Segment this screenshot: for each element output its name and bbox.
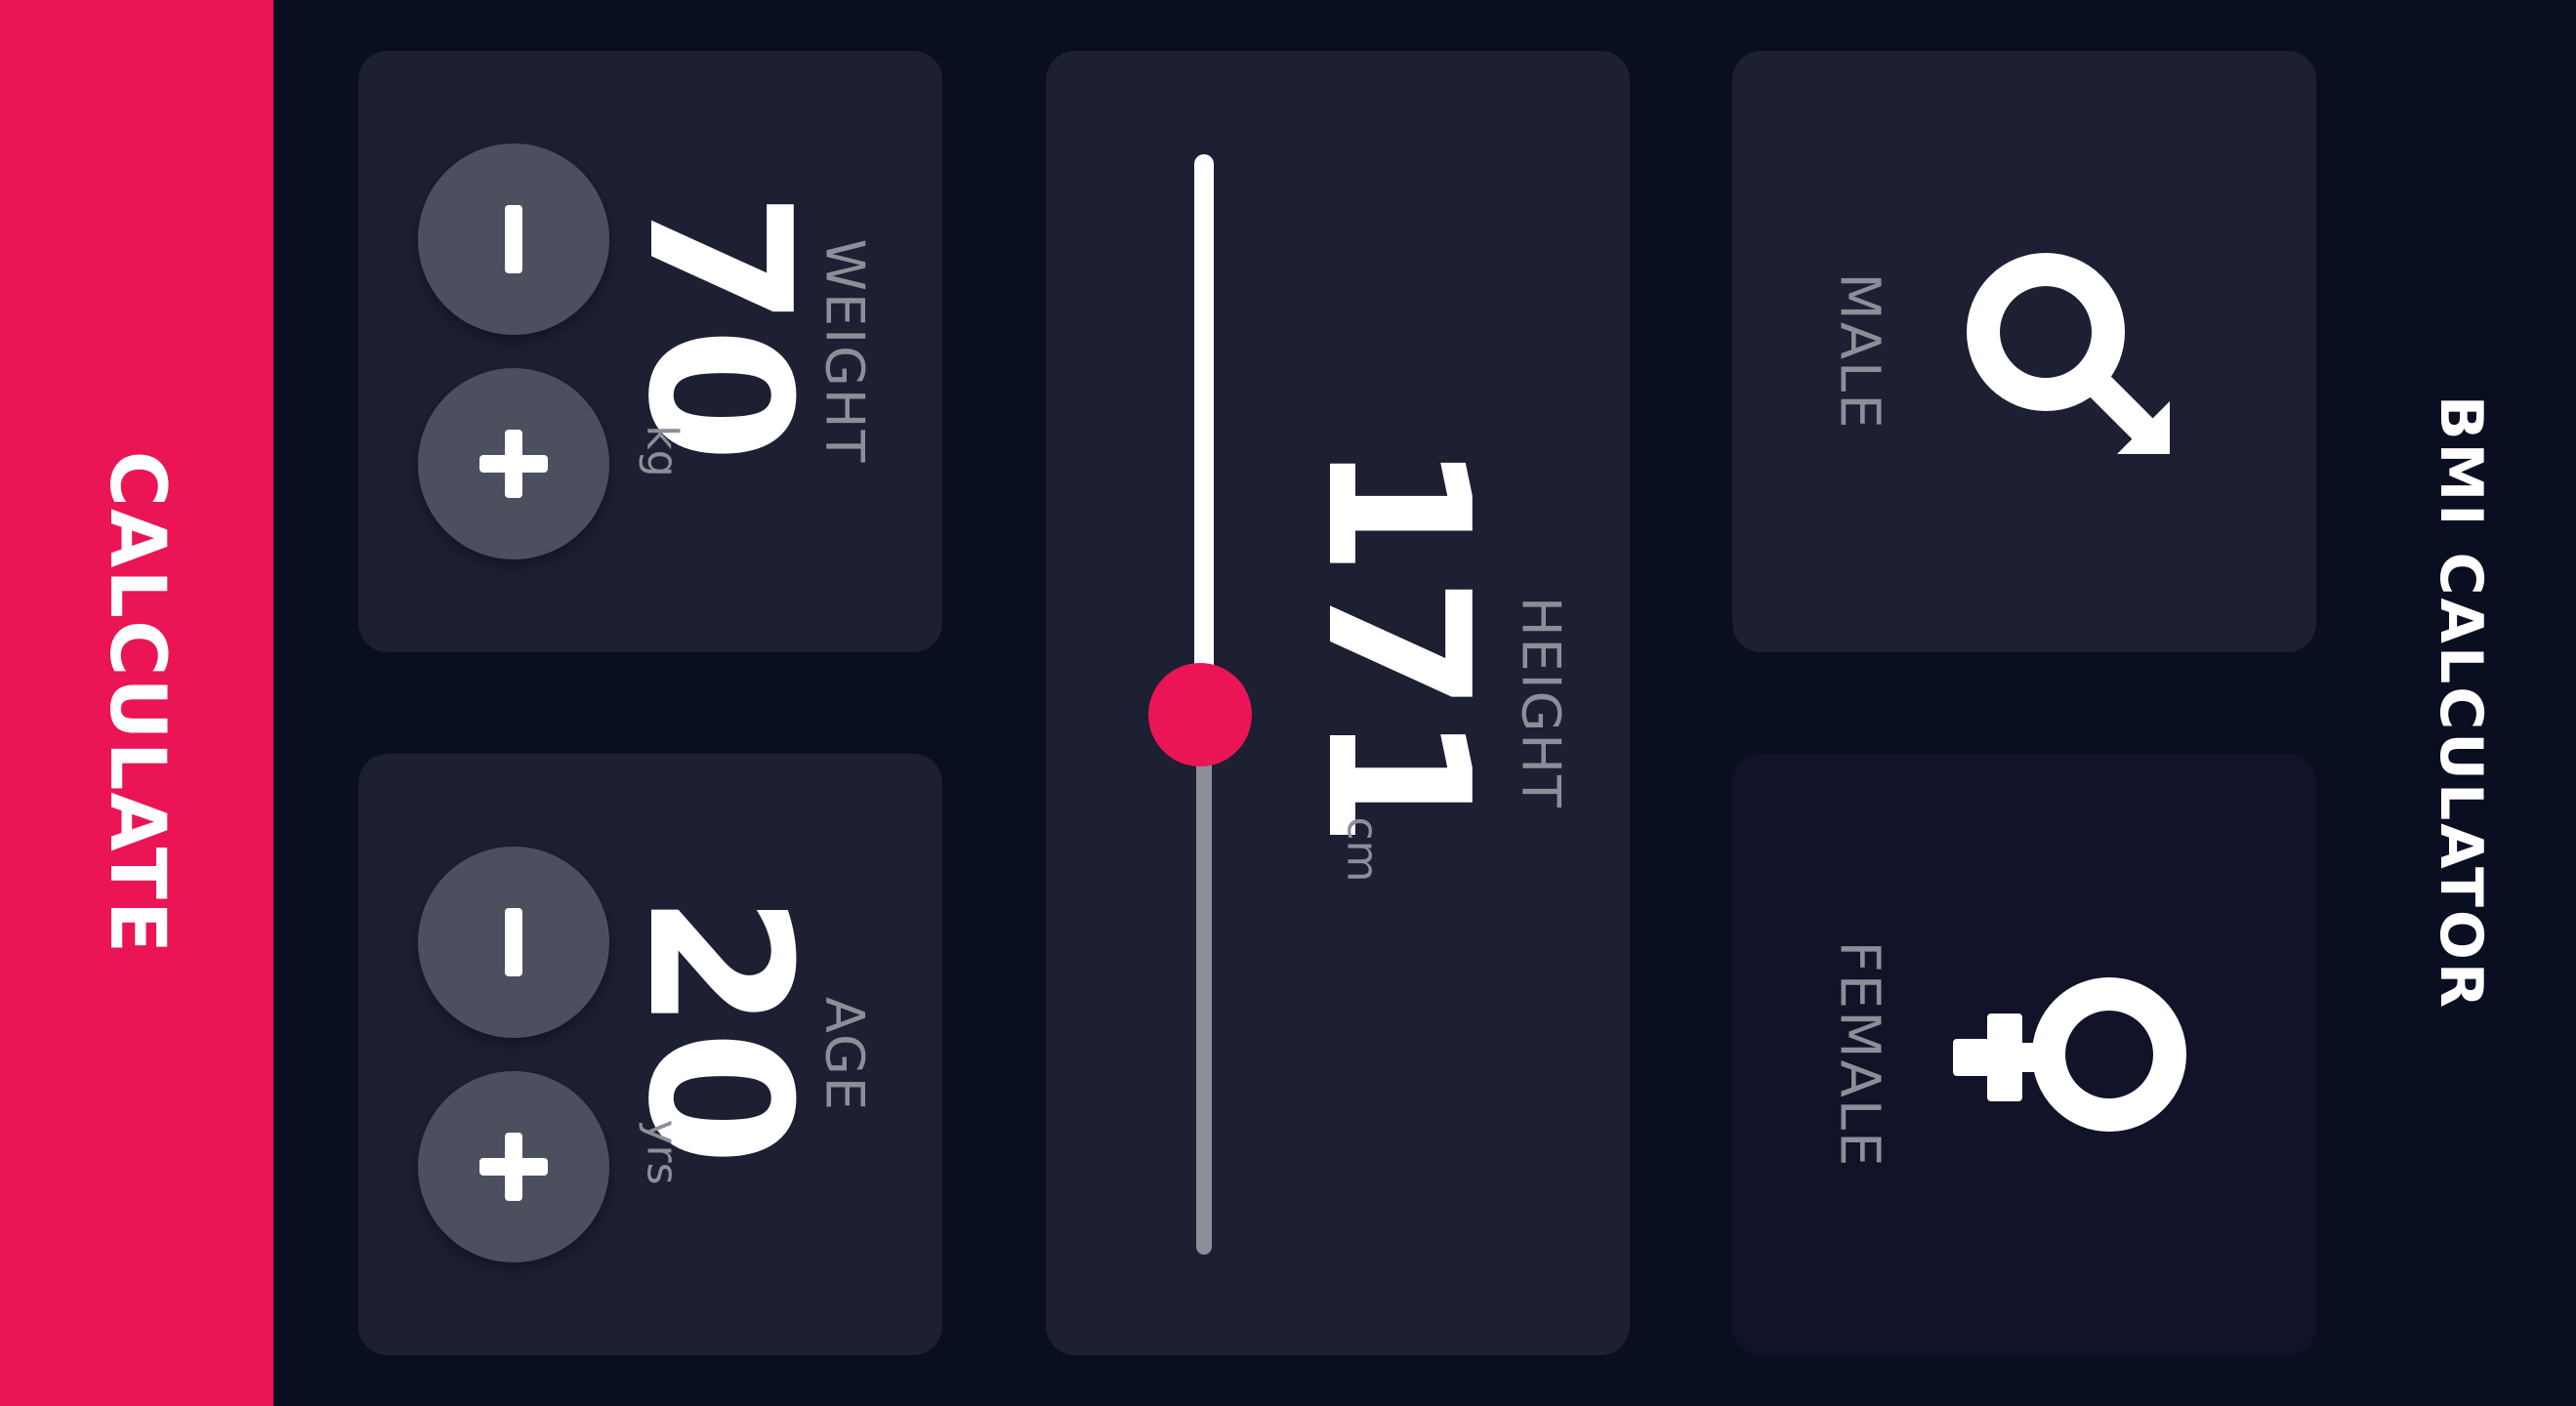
height-slider-thumb[interactable] (1148, 663, 1252, 766)
male-symbol-icon (1967, 253, 2170, 454)
height-title: HEIGHT (1510, 596, 1572, 810)
female-symbol-icon (1953, 977, 2186, 1132)
age-increment-button[interactable] (418, 1071, 609, 1262)
female-label: FEMALE (1827, 940, 1891, 1169)
calculate-label: CALCULATE (93, 450, 181, 956)
age-unit: yrs (637, 1119, 687, 1185)
height-value: 171 (1283, 440, 1511, 848)
height-unit: cm (1337, 816, 1388, 883)
plus-icon (479, 1133, 548, 1201)
age-decrement-button[interactable] (418, 847, 609, 1038)
plus-icon (479, 430, 548, 498)
weight-unit: kg (637, 425, 687, 477)
weight-increment-button[interactable] (418, 368, 609, 559)
app-title-bar: BMI CALCULATOR (2402, 0, 2519, 1406)
weight-value: 70 (604, 190, 832, 464)
calculate-button[interactable]: CALCULATE (0, 0, 273, 1406)
height-slider-active-track[interactable] (1194, 154, 1214, 711)
male-label: MALE (1827, 272, 1891, 431)
weight-decrement-button[interactable] (418, 144, 609, 335)
height-slider-inactive-track[interactable] (1196, 713, 1212, 1255)
app-title: BMI CALCULATOR (2427, 394, 2495, 1012)
minus-icon (505, 205, 522, 273)
minus-icon (505, 908, 522, 976)
